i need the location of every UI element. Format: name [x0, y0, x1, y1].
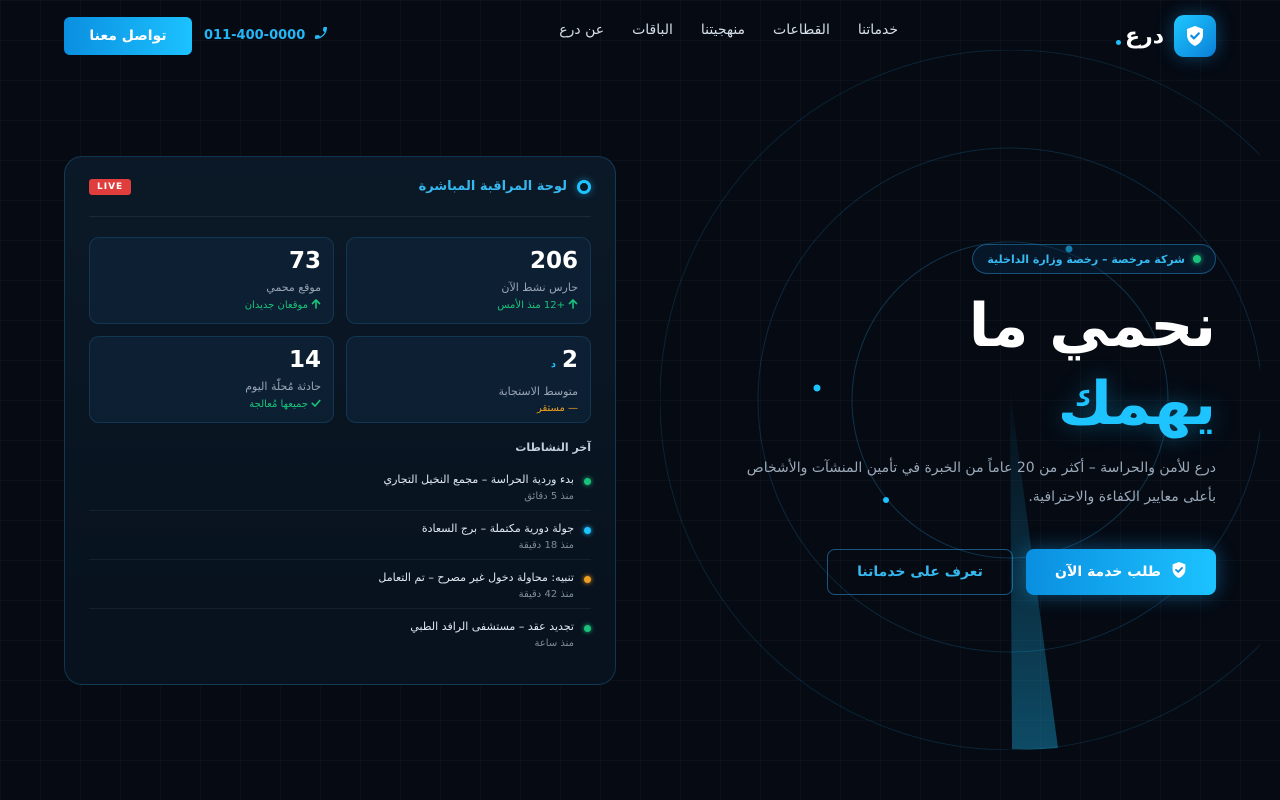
learn-services-button[interactable]: تعرف على خدماتنا	[827, 549, 1013, 595]
activity-text: جولة دورية مكتملة – برج السعادة	[421, 522, 574, 535]
stats-grid: 206 حارس نشط الآن +12 منذ الأمس 73 موقع …	[89, 237, 591, 423]
phone-number: 011-400-0000	[204, 27, 306, 43]
phone-icon	[313, 25, 329, 45]
request-service-label: طلب خدمة الآن	[1055, 564, 1161, 580]
stat-label: حارس نشط الآن	[501, 281, 578, 294]
activity-text: تنبيه: محاولة دخول غير مصرح – تم التعامل	[378, 571, 574, 584]
status-dot	[1193, 255, 1201, 263]
stat-trend: +12 منذ الأمس	[497, 300, 565, 311]
activity-time: منذ ساعة	[534, 638, 574, 649]
stat-card-active-guards: 206 حارس نشط الآن +12 منذ الأمس	[346, 237, 591, 324]
shield-icon	[1171, 561, 1187, 583]
activity-time: منذ 5 دقائق	[524, 491, 574, 502]
hero-description: درع للأمن والحراسة – أكثر من 20 عاماً من…	[746, 460, 1216, 505]
stat-value: 206	[529, 248, 578, 274]
activity-time: منذ 42 دقيقة	[518, 589, 574, 600]
nav-item-sectors[interactable]: القطاعات	[773, 22, 830, 38]
license-badge: شركة مرخصة – رخصة وزارة الداخلية	[972, 244, 1216, 274]
radar-blip	[813, 384, 821, 392]
license-badge-text: شركة مرخصة – رخصة وزارة الداخلية	[987, 252, 1185, 266]
stat-trend: موقعان جديدان	[244, 300, 308, 311]
monitoring-dashboard: لوحة المراقبة المباشرة LIVE 206 حارس نشط…	[64, 156, 616, 685]
stat-card-resolved-incidents: 14 حادثة مُحلّة اليوم جميعها مُعالجة	[89, 336, 334, 423]
nav-item-packages[interactable]: الباقات	[632, 22, 673, 38]
stat-value: 73	[288, 248, 321, 274]
stat-unit: د	[550, 359, 556, 370]
nav-item-methodology[interactable]: منهجيتنا	[701, 22, 745, 38]
site-header: درع خدماتنا القطاعات منهجيتنا الباقات عن…	[0, 0, 1280, 72]
activity-time: منذ 18 دقيقة	[518, 540, 574, 551]
dashboard-header: لوحة المراقبة المباشرة LIVE	[89, 157, 591, 217]
activity-dot	[584, 625, 591, 632]
nav-item-services[interactable]: خدماتنا	[858, 22, 898, 38]
stat-card-response-time: 2 د متوسط الاستجابة — مستقر	[346, 336, 591, 423]
contact-button[interactable]: تواصل معنا	[64, 17, 192, 55]
request-service-button[interactable]: طلب خدمة الآن	[1026, 549, 1216, 595]
stat-trend: جميعها مُعالجة	[249, 399, 308, 410]
activity-dot	[584, 527, 591, 534]
live-badge: LIVE	[89, 178, 132, 195]
hero-title-line1: نحمي ما	[968, 291, 1216, 361]
hero-title-line2: يهمك	[1057, 369, 1216, 439]
stat-label: موقع محمي	[266, 281, 321, 294]
activity-dot	[584, 478, 591, 485]
activity-dot	[584, 576, 591, 583]
activity-list: بدء وردية الحراسة – مجمع النخيل التجاري …	[89, 462, 591, 658]
activity-text: بدء وردية الحراسة – مجمع النخيل التجاري	[383, 473, 574, 486]
nav-item-about[interactable]: عن درع	[559, 22, 604, 38]
list-item[interactable]: تنبيه: محاولة دخول غير مصرح – تم التعامل…	[89, 560, 591, 609]
dashboard-title-text: لوحة المراقبة المباشرة	[418, 179, 567, 194]
monitor-ring-icon	[577, 179, 591, 194]
stat-value: 14	[288, 347, 321, 373]
stat-trend: — مستقر	[536, 403, 578, 414]
main-nav: خدماتنا القطاعات منهجيتنا الباقات عن درع	[559, 22, 898, 38]
activity-title: آخر النشاطات	[515, 441, 591, 454]
phone-link[interactable]: 011-400-0000	[204, 25, 329, 45]
activity-text: تجديد عقد – مستشفى الرافد الطبي	[410, 620, 574, 633]
brand-name: درع	[1125, 23, 1164, 49]
brand-dot	[1116, 39, 1122, 45]
brand-logo[interactable]: درع	[1116, 15, 1216, 57]
arrow-up-icon	[311, 299, 321, 312]
dashboard-title: لوحة المراقبة المباشرة	[419, 179, 591, 194]
list-item[interactable]: تجديد عقد – مستشفى الرافد الطبي منذ ساعة	[89, 609, 591, 658]
stat-card-protected-sites: 73 موقع محمي موقعان جديدان	[89, 237, 334, 324]
list-item[interactable]: جولة دورية مكتملة – برج السعادة منذ 18 د…	[89, 511, 591, 560]
stat-label: حادثة مُحلّة اليوم	[245, 380, 321, 393]
check-icon	[311, 398, 321, 411]
stat-value: 2	[561, 347, 578, 373]
list-item[interactable]: بدء وردية الحراسة – مجمع النخيل التجاري …	[89, 462, 591, 511]
stat-label: متوسط الاستجابة	[498, 385, 578, 398]
arrow-up-icon	[568, 299, 578, 312]
shield-icon	[1174, 15, 1216, 57]
